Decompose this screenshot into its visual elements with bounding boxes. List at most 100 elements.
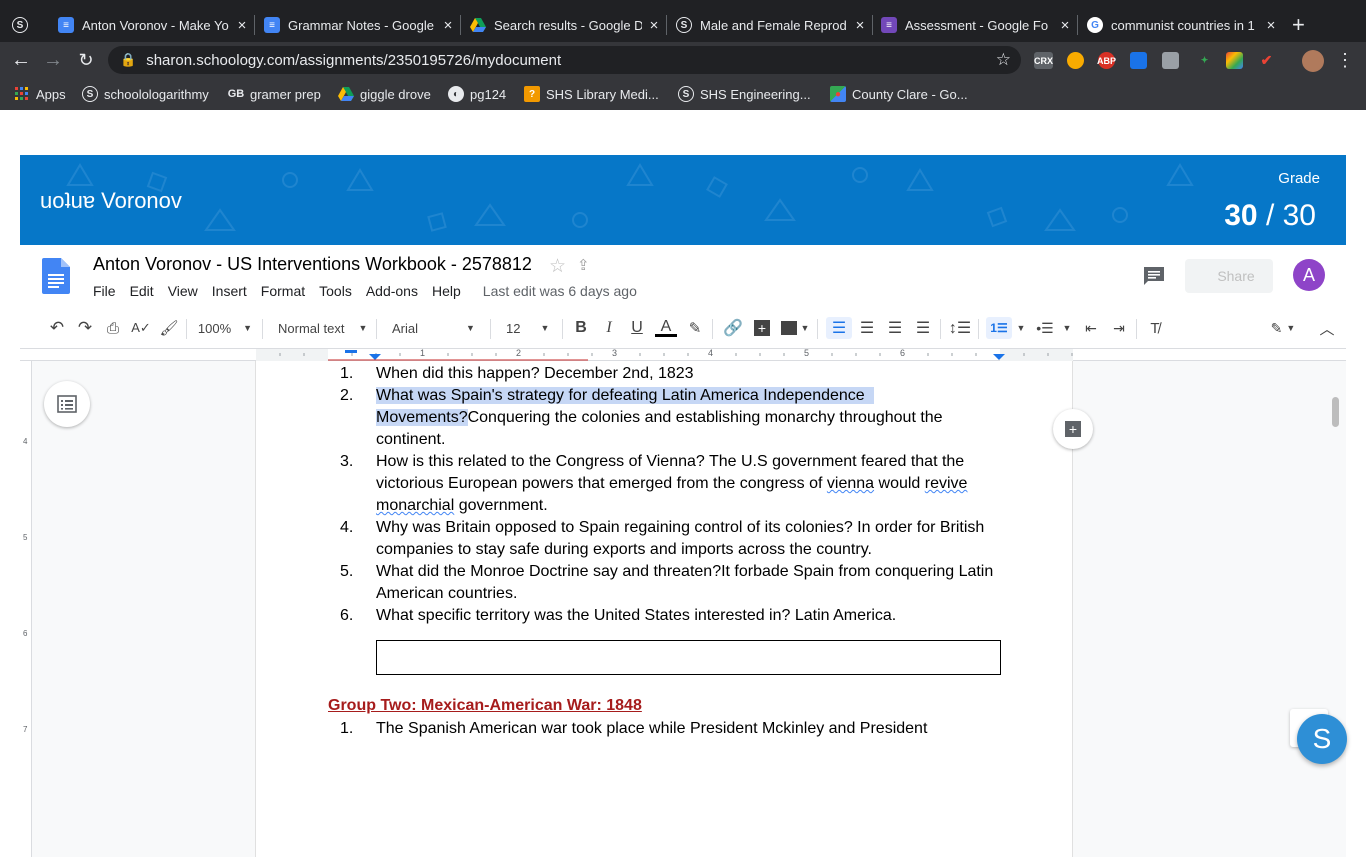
extension-icon[interactable] bbox=[1130, 52, 1147, 69]
docs-logo-icon[interactable] bbox=[42, 258, 70, 294]
spelling-error[interactable]: monarchial bbox=[376, 497, 454, 514]
underline-button[interactable]: U bbox=[626, 317, 648, 339]
tab-anton-voronov[interactable]: ≡ Anton Voronov - Make Yo × bbox=[58, 8, 250, 42]
list-item-text[interactable]: How is this related to the Congress of V… bbox=[376, 451, 964, 473]
bookmark-shs-library[interactable]: ? SHS Library Medi... bbox=[524, 85, 659, 103]
tab-pinned-schoology[interactable]: S bbox=[12, 8, 42, 42]
numbered-list-menu[interactable]: ▼ bbox=[1014, 317, 1028, 339]
decrease-indent-button[interactable]: ⇤ bbox=[1080, 317, 1102, 339]
crx-extension-icon[interactable]: CRX bbox=[1034, 52, 1053, 69]
close-icon[interactable]: × bbox=[852, 17, 868, 34]
increase-indent-button[interactable]: ⇥ bbox=[1108, 317, 1130, 339]
list-item-text[interactable]: When did this happen? December 2nd, 1823 bbox=[376, 363, 694, 385]
new-tab-button[interactable]: + bbox=[1292, 8, 1312, 42]
star-icon[interactable]: ☆ bbox=[549, 255, 566, 278]
clear-formatting-button[interactable]: T̸ bbox=[1144, 317, 1166, 339]
bookmark-gramer-prep[interactable]: GB gramer prep bbox=[228, 85, 321, 103]
owl-extension-icon[interactable] bbox=[1067, 52, 1084, 69]
briefcase-extension-icon[interactable] bbox=[1162, 52, 1179, 69]
back-button[interactable]: ← bbox=[6, 42, 36, 78]
scrollbar-thumb[interactable] bbox=[1332, 397, 1339, 427]
print-button[interactable]: ⎙ bbox=[102, 317, 124, 339]
undo-button[interactable]: ↶ bbox=[46, 317, 68, 339]
italic-button[interactable]: I bbox=[598, 317, 620, 339]
menu-file[interactable]: File bbox=[93, 283, 116, 299]
highlight-color-button[interactable]: ✎ bbox=[684, 317, 706, 339]
menu-addons[interactable]: Add-ons bbox=[366, 283, 418, 299]
tab-grammar-notes[interactable]: ≡ Grammar Notes - Google × bbox=[264, 8, 456, 42]
bookmark-pg124[interactable]: ◐ pg124 bbox=[448, 85, 506, 103]
bookmark-giggle-drove[interactable]: giggle drove bbox=[338, 85, 431, 103]
list-item-text[interactable]: continent. bbox=[376, 429, 445, 451]
share-button[interactable]: Share bbox=[1185, 259, 1273, 293]
menu-edit[interactable]: Edit bbox=[130, 283, 154, 299]
bookmark-shs-engineering[interactable]: S SHS Engineering... bbox=[678, 85, 811, 103]
tab-reproduction[interactable]: S Male and Female Reprod × bbox=[676, 8, 868, 42]
address-bar[interactable]: 🔒 sharon.schoology.com/assignments/23501… bbox=[108, 46, 1021, 74]
close-icon[interactable]: × bbox=[440, 17, 456, 34]
insert-comment-button[interactable]: + bbox=[751, 317, 773, 339]
align-left-button[interactable]: ☰ bbox=[826, 317, 852, 339]
color-extension-icon[interactable] bbox=[1226, 52, 1243, 69]
menu-tools[interactable]: Tools bbox=[319, 283, 352, 299]
close-icon[interactable]: × bbox=[646, 17, 662, 34]
list-item-text[interactable]: companies to stay safe during exports an… bbox=[376, 539, 872, 561]
tab-assessment[interactable]: ≡ Assessment - Google Fo × bbox=[881, 8, 1073, 42]
bookmark-schoolologarithmy[interactable]: S schoolologarithmy bbox=[82, 85, 209, 103]
leaf-extension-icon[interactable]: ✦ bbox=[1196, 52, 1213, 69]
bulleted-list-menu[interactable]: ▼ bbox=[1060, 317, 1074, 339]
bookmark-apps[interactable]: Apps bbox=[14, 85, 66, 103]
close-icon[interactable]: × bbox=[1263, 17, 1279, 34]
align-right-button[interactable]: ☰ bbox=[884, 317, 906, 339]
document-title[interactable]: Anton Voronov - US Interventions Workboo… bbox=[93, 254, 532, 275]
last-edit-link[interactable]: Last edit was 6 days ago bbox=[483, 283, 637, 299]
close-icon[interactable]: × bbox=[234, 17, 250, 34]
close-icon[interactable]: × bbox=[1057, 17, 1073, 34]
font-size-select[interactable]: 12 ▼ bbox=[498, 317, 558, 339]
menu-insert[interactable]: Insert bbox=[212, 283, 247, 299]
list-item-text[interactable]: American countries. bbox=[376, 583, 517, 605]
star-icon[interactable]: ☆ bbox=[996, 50, 1011, 70]
list-item-text[interactable]: monarchial government. bbox=[376, 495, 548, 517]
collapse-menus-button[interactable]: ︿ bbox=[1316, 317, 1338, 339]
account-avatar[interactable]: A bbox=[1293, 259, 1325, 291]
spelling-error[interactable]: revive bbox=[925, 475, 968, 492]
zoom-select[interactable]: 100% ▼ bbox=[194, 317, 256, 339]
tab-communist-countries[interactable]: G communist countries in 1 × bbox=[1087, 8, 1279, 42]
numbered-list-button[interactable]: 1☰ bbox=[986, 317, 1012, 339]
drive-move-icon[interactable]: ⇪ bbox=[577, 256, 590, 274]
style-select[interactable]: Normal text ▼ bbox=[270, 317, 370, 339]
menu-help[interactable]: Help bbox=[432, 283, 461, 299]
list-item-text[interactable]: What was Spain's strategy for defeating … bbox=[376, 385, 874, 407]
comments-icon[interactable] bbox=[1143, 266, 1165, 285]
reload-button[interactable]: ↻ bbox=[71, 42, 101, 78]
check-extension-icon[interactable]: ✔ bbox=[1258, 52, 1275, 69]
spelling-error[interactable]: vienna bbox=[827, 475, 874, 492]
paint-format-button[interactable]: 🖌 bbox=[158, 317, 180, 339]
chrome-menu-button[interactable]: ⋮ bbox=[1330, 42, 1360, 78]
editing-mode-button[interactable]: ✎ ▼ bbox=[1266, 317, 1300, 339]
justify-button[interactable]: ☰ bbox=[912, 317, 934, 339]
schoology-helper-button[interactable]: S bbox=[1297, 714, 1347, 764]
bold-button[interactable]: B bbox=[570, 317, 592, 339]
menu-format[interactable]: Format bbox=[261, 283, 305, 299]
bookmark-county-clare[interactable]: ● County Clare - Go... bbox=[830, 85, 968, 103]
list-item-text[interactable]: victorious European powers that emerged … bbox=[376, 473, 967, 495]
list-item-text[interactable]: Movements?Conquering the colonies and es… bbox=[376, 407, 943, 429]
text-color-button[interactable]: A bbox=[654, 317, 678, 339]
adblock-extension-icon[interactable]: ABP bbox=[1097, 52, 1116, 69]
profile-avatar[interactable] bbox=[1302, 50, 1324, 72]
insert-link-button[interactable]: 🔗 bbox=[722, 317, 744, 339]
menu-view[interactable]: View bbox=[168, 283, 198, 299]
align-center-button[interactable]: ☰ bbox=[856, 317, 878, 339]
line-spacing-button[interactable]: ↕☰ bbox=[948, 317, 972, 339]
list-item-text[interactable]: Why was Britain opposed to Spain regaini… bbox=[376, 517, 984, 539]
list-item-text[interactable]: The Spanish American war took place whil… bbox=[376, 718, 927, 740]
document-outline-button[interactable] bbox=[44, 381, 90, 427]
empty-table-cell[interactable] bbox=[376, 640, 1001, 675]
add-comment-button[interactable]: + bbox=[1053, 409, 1093, 449]
forward-button[interactable]: → bbox=[38, 42, 68, 78]
insert-image-button[interactable]: ▼ bbox=[779, 317, 811, 339]
bulleted-list-button[interactable]: •☰ bbox=[1034, 317, 1056, 339]
list-item-text[interactable]: What did the Monroe Doctrine say and thr… bbox=[376, 561, 993, 583]
